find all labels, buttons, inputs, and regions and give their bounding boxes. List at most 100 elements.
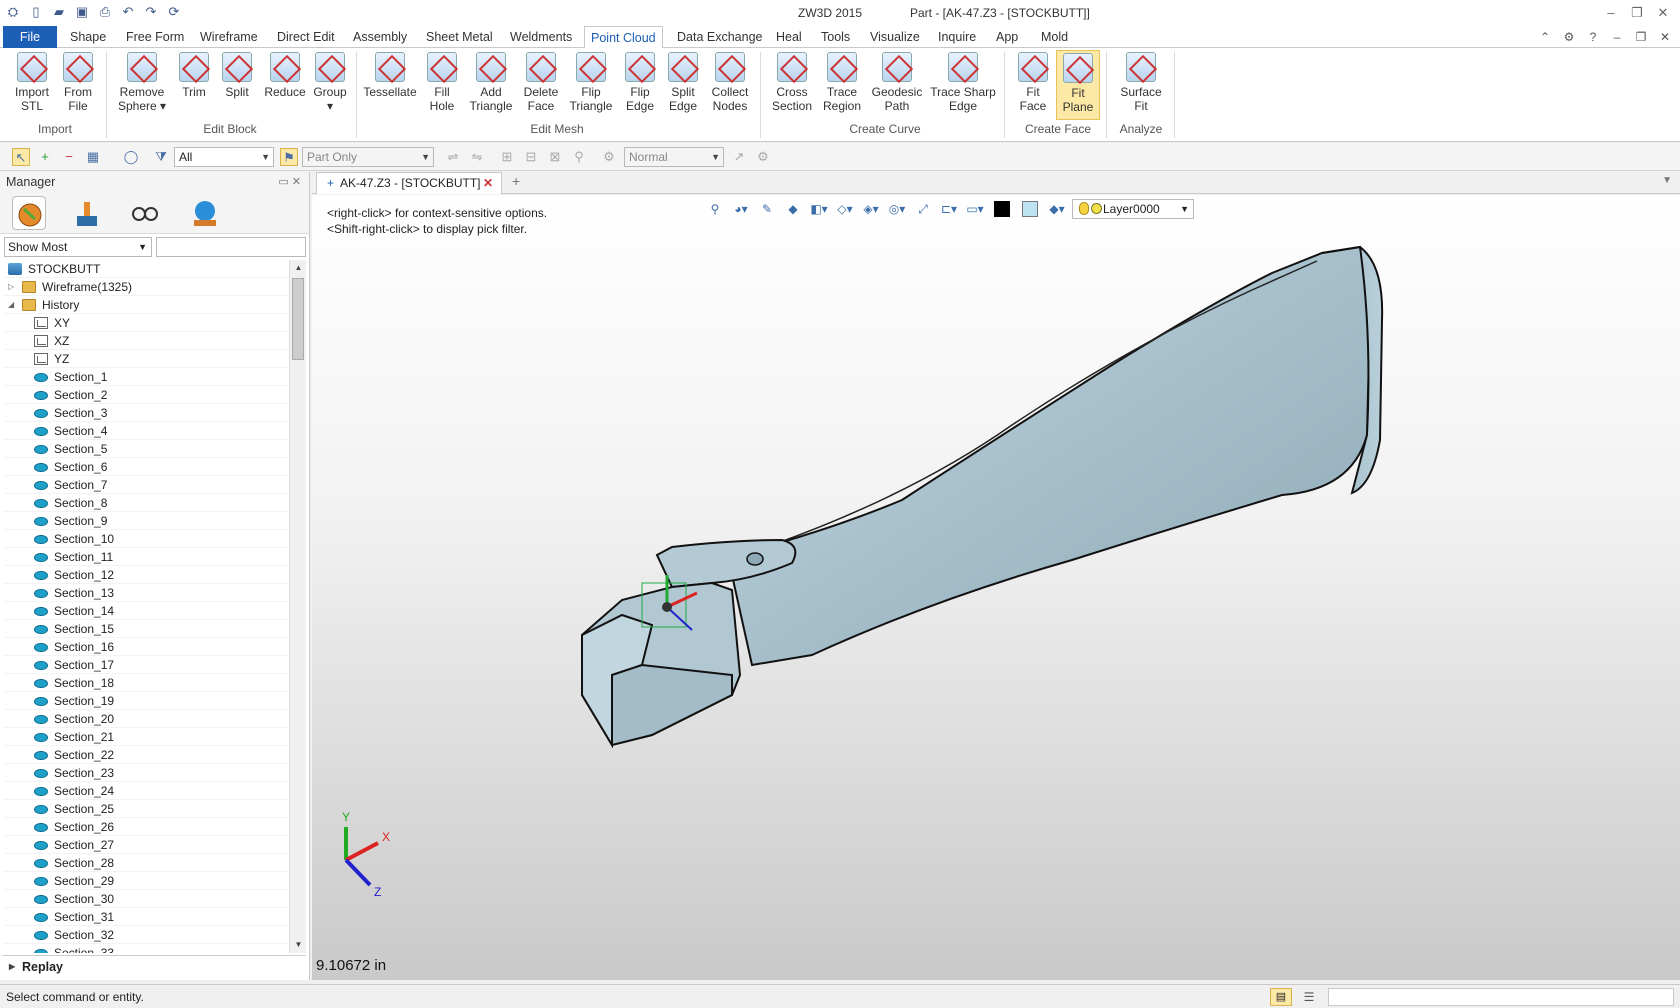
close-icon[interactable]: ✕ xyxy=(1652,3,1674,23)
remove-sphere-button[interactable]: Remove Sphere ▾ xyxy=(112,52,172,113)
tree-item[interactable]: Section_9 xyxy=(4,512,288,530)
tree-item[interactable]: Section_31 xyxy=(4,908,288,926)
document-tab[interactable]: + AK-47.Z3 - [STOCKBUTT] ✕ xyxy=(316,172,502,194)
app-logo-icon[interactable]: ⛭ xyxy=(4,3,22,21)
tree-item[interactable]: Section_13 xyxy=(4,584,288,602)
tree-scrollbar[interactable]: ▲ ▼ xyxy=(289,260,306,953)
trace-region-button[interactable]: Trace Region xyxy=(818,52,866,113)
fit-face-button[interactable]: Fit Face xyxy=(1012,52,1054,113)
tree-item[interactable]: Section_8 xyxy=(4,494,288,512)
toolbar-icon[interactable]: ⚲ xyxy=(570,148,588,166)
tree-item[interactable]: STOCKBUTT xyxy=(4,260,288,278)
graphics-viewport[interactable]: <right-click> for context-sensitive opti… xyxy=(312,195,1680,980)
help-icon[interactable]: ? xyxy=(1584,28,1602,46)
tree-item[interactable]: Section_11 xyxy=(4,548,288,566)
tree-item[interactable]: ▷ Wireframe(1325) xyxy=(4,278,288,296)
delete-face-button[interactable]: Delete Face xyxy=(520,52,562,113)
tree-item[interactable]: Section_3 xyxy=(4,404,288,422)
restore-icon[interactable]: ❐ xyxy=(1626,3,1648,23)
tab-wireframe[interactable]: Wireframe xyxy=(194,26,264,48)
settings-gear-icon[interactable]: ⚙ xyxy=(1560,28,1578,46)
tree-item[interactable]: Section_19 xyxy=(4,692,288,710)
close-tab-icon[interactable]: ✕ xyxy=(483,173,493,193)
tree-item[interactable]: Section_16 xyxy=(4,638,288,656)
new-tab-icon[interactable]: + xyxy=(512,173,520,189)
collapse-ribbon-icon[interactable]: ⌃ xyxy=(1536,28,1554,46)
tree-item[interactable]: Section_10 xyxy=(4,530,288,548)
view-manager-icon[interactable] xyxy=(128,196,162,230)
add-triangle-button[interactable]: Add Triangle xyxy=(466,52,516,113)
toolbar-icon[interactable]: ⊟ xyxy=(522,148,540,166)
history-manager-icon[interactable] xyxy=(12,196,46,230)
tree-item[interactable]: Section_2 xyxy=(4,386,288,404)
tab-inquire[interactable]: Inquire xyxy=(932,26,982,48)
toolbar-icon[interactable]: ⇋ xyxy=(468,148,486,166)
replay-section[interactable]: ▶ Replay xyxy=(2,955,306,977)
tree-item[interactable]: Section_18 xyxy=(4,674,288,692)
tessellate-button[interactable]: Tessellate xyxy=(362,52,418,99)
tree-item[interactable]: Section_5 xyxy=(4,440,288,458)
save-icon[interactable]: ▣ xyxy=(73,3,91,21)
remove-icon[interactable]: − xyxy=(60,148,78,166)
tab-shape[interactable]: Shape xyxy=(64,26,112,48)
tab-visualize[interactable]: Visualize xyxy=(864,26,926,48)
tab-tools[interactable]: Tools xyxy=(815,26,856,48)
tree-item[interactable]: Section_32 xyxy=(4,926,288,944)
scroll-down-icon[interactable]: ▼ xyxy=(290,937,307,953)
tab-menu-icon[interactable]: ▼ xyxy=(1662,175,1672,186)
scope-select[interactable]: Part Only ▼ xyxy=(302,147,434,167)
lasso-icon[interactable]: ◯ xyxy=(122,148,140,166)
fit-plane-button[interactable]: Fit Plane xyxy=(1056,50,1100,120)
cross-section-button[interactable]: Cross Section xyxy=(766,52,818,113)
minimize-icon[interactable]: – xyxy=(1600,3,1622,23)
refresh-icon[interactable]: ⟳ xyxy=(165,3,183,21)
tree-item[interactable]: Section_21 xyxy=(4,728,288,746)
split-button[interactable]: Split xyxy=(218,52,256,99)
stock-3d-model[interactable] xyxy=(312,195,1680,980)
visual-manager-icon[interactable] xyxy=(188,196,222,230)
status-toggle-icon[interactable]: ▤ xyxy=(1270,988,1292,1006)
grid-select-icon[interactable]: ▦ xyxy=(84,148,102,166)
tab-weldments[interactable]: Weldments xyxy=(504,26,578,48)
pick-arrow-icon[interactable]: ↖ xyxy=(12,148,30,166)
toolbar-icon[interactable]: ↗ xyxy=(730,148,748,166)
redo-icon[interactable]: ↷ xyxy=(142,3,160,21)
assembly-manager-icon[interactable] xyxy=(70,196,104,230)
panel-pin-close-icon[interactable]: ▭ ✕ xyxy=(278,172,301,192)
command-input[interactable] xyxy=(1328,988,1674,1006)
tree-item[interactable]: Section_1 xyxy=(4,368,288,386)
scrollbar-thumb[interactable] xyxy=(292,278,304,360)
tree-item[interactable]: Section_30 xyxy=(4,890,288,908)
tab-sheet-metal[interactable]: Sheet Metal xyxy=(420,26,499,48)
toolbar-icon[interactable]: ⚙ xyxy=(600,148,618,166)
toolbar-icon[interactable]: ⊞ xyxy=(498,148,516,166)
part-filter-icon[interactable]: ⚑ xyxy=(280,148,298,166)
tree-item[interactable]: Section_7 xyxy=(4,476,288,494)
print-icon[interactable]: ⎙ xyxy=(96,3,114,21)
trim-button[interactable]: Trim xyxy=(176,52,212,99)
tab-data-exchange[interactable]: Data Exchange xyxy=(671,26,768,48)
toolbar-icon[interactable]: ⇌ xyxy=(444,148,462,166)
filter-icon[interactable]: ⧩ xyxy=(152,148,170,166)
add-icon[interactable]: + xyxy=(36,148,54,166)
tab-free-form[interactable]: Free Form xyxy=(120,26,190,48)
collect-nodes-button[interactable]: Collect Nodes xyxy=(706,52,754,113)
tree-item[interactable]: Section_15 xyxy=(4,620,288,638)
import-stl-button[interactable]: Import STL xyxy=(8,52,56,113)
open-file-icon[interactable]: ▰ xyxy=(50,3,68,21)
tree-item[interactable]: Section_24 xyxy=(4,782,288,800)
toolbar-icon[interactable]: ⚙ xyxy=(754,148,772,166)
tree-search-input[interactable] xyxy=(156,237,306,257)
scroll-up-icon[interactable]: ▲ xyxy=(290,260,307,276)
tab-assembly[interactable]: Assembly xyxy=(347,26,413,48)
tree-item[interactable]: Section_4 xyxy=(4,422,288,440)
tab-direct-edit[interactable]: Direct Edit xyxy=(271,26,341,48)
tree-item[interactable]: Section_23 xyxy=(4,764,288,782)
tab-app[interactable]: App xyxy=(990,26,1024,48)
mode-select[interactable]: Normal ▼ xyxy=(624,147,724,167)
tree-item[interactable]: Section_22 xyxy=(4,746,288,764)
flip-edge-button[interactable]: Flip Edge xyxy=(620,52,660,113)
doc-close-icon[interactable]: ✕ xyxy=(1656,28,1674,46)
status-list-icon[interactable]: ☰ xyxy=(1298,988,1320,1006)
expand-toggle-icon[interactable]: ▷ xyxy=(8,278,14,296)
